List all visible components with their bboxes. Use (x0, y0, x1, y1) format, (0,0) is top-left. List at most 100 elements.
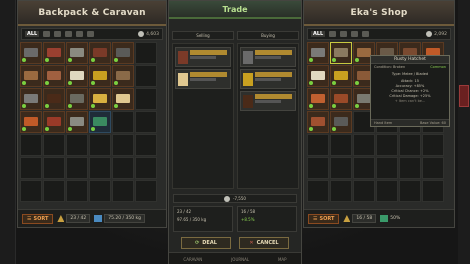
inventory-slot[interactable] (376, 134, 398, 156)
inventory-slot[interactable] (89, 111, 111, 133)
buying-label: Buying (261, 33, 275, 38)
inventory-slot[interactable] (399, 157, 421, 179)
inventory-slot[interactable] (66, 157, 88, 179)
inventory-slot[interactable] (89, 180, 111, 202)
inventory-slot[interactable] (422, 180, 444, 202)
inventory-slot[interactable] (20, 134, 42, 156)
inventory-slot[interactable] (376, 157, 398, 179)
inventory-slot[interactable] (330, 157, 352, 179)
nav-map[interactable]: MAP (278, 257, 287, 262)
filter-all-button[interactable]: ALL (311, 31, 326, 37)
inventory-slot[interactable] (376, 180, 398, 202)
inventory-slot[interactable] (307, 65, 329, 87)
inventory-slot[interactable] (330, 65, 352, 87)
inventory-slot[interactable] (399, 134, 421, 156)
filter-tools-icon[interactable] (76, 31, 84, 37)
inventory-slot[interactable] (20, 180, 42, 202)
filter-food-icon[interactable] (351, 31, 359, 37)
inventory-slot[interactable] (20, 65, 42, 87)
inventory-slot[interactable] (422, 157, 444, 179)
inventory-slot[interactable] (307, 180, 329, 202)
buying-item[interactable] (240, 47, 296, 67)
inventory-slot[interactable] (330, 180, 352, 202)
filter-tools-icon[interactable] (362, 31, 370, 37)
inventory-slot[interactable] (20, 111, 42, 133)
filter-misc-icon[interactable] (87, 31, 95, 37)
cancel-button[interactable]: ✕ CANCEL (239, 237, 289, 249)
side-tab-button[interactable] (459, 85, 469, 107)
shop-title: Eka's Shop (350, 7, 408, 18)
inventory-slot[interactable] (135, 134, 157, 156)
shop-capacity: 16 / 58 (241, 209, 256, 214)
inventory-slot[interactable] (43, 134, 65, 156)
inventory-slot[interactable] (330, 134, 352, 156)
inventory-slot[interactable] (66, 42, 88, 64)
selling-item[interactable] (175, 69, 231, 89)
sort-label: SORT (319, 215, 335, 222)
inventory-slot[interactable] (330, 88, 352, 110)
inventory-slot[interactable] (66, 88, 88, 110)
inventory-slot[interactable] (112, 180, 134, 202)
inventory-slot[interactable] (112, 65, 134, 87)
inventory-slot[interactable] (353, 157, 375, 179)
condition-icon (380, 215, 389, 222)
buying-item[interactable] (240, 91, 296, 111)
buying-item[interactable] (240, 69, 296, 89)
inventory-slot[interactable] (135, 180, 157, 202)
inventory-slot[interactable] (43, 111, 65, 133)
inventory-slot[interactable] (112, 134, 134, 156)
filter-all-button[interactable]: ALL (25, 31, 40, 37)
inventory-slot[interactable] (112, 42, 134, 64)
inventory-slot[interactable] (307, 134, 329, 156)
inventory-slot[interactable] (112, 111, 134, 133)
inventory-slot[interactable] (135, 157, 157, 179)
selling-item[interactable] (175, 47, 231, 67)
inventory-slot[interactable] (89, 42, 111, 64)
inventory-slot[interactable] (112, 157, 134, 179)
inventory-slot[interactable] (307, 157, 329, 179)
deal-button[interactable]: ⟳ DEAL (181, 237, 231, 249)
filter-armor-icon[interactable] (54, 31, 62, 37)
filter-food-icon[interactable] (65, 31, 73, 37)
inventory-slot[interactable] (89, 134, 111, 156)
inventory-slot[interactable] (135, 65, 157, 87)
inventory-slot-selected[interactable] (330, 42, 352, 64)
sort-button[interactable]: ☰ SORT (22, 213, 54, 224)
nav-caravan[interactable]: CARAVAN (183, 257, 202, 262)
inventory-slot[interactable] (89, 65, 111, 87)
inventory-slot[interactable] (112, 88, 134, 110)
inventory-slot[interactable] (66, 111, 88, 133)
filter-weapons-icon[interactable] (43, 31, 51, 37)
nav-journal[interactable]: JOURNAL (231, 257, 249, 262)
inventory-slot[interactable] (43, 180, 65, 202)
inventory-slot[interactable] (20, 88, 42, 110)
inventory-slot[interactable] (20, 42, 42, 64)
selling-header: Selling (172, 31, 234, 40)
inventory-slot[interactable] (43, 65, 65, 87)
inventory-slot[interactable] (20, 157, 42, 179)
inventory-slot[interactable] (66, 180, 88, 202)
inventory-slot[interactable] (135, 111, 157, 133)
inventory-slot[interactable] (330, 111, 352, 133)
inventory-slot[interactable] (307, 88, 329, 110)
inventory-slot[interactable] (89, 157, 111, 179)
filter-armor-icon[interactable] (340, 31, 348, 37)
inventory-slot[interactable] (353, 180, 375, 202)
inventory-slot[interactable] (399, 180, 421, 202)
inventory-slot[interactable] (422, 134, 444, 156)
sort-button[interactable]: ☰ SORT (308, 213, 340, 224)
inventory-slot[interactable] (66, 65, 88, 87)
inventory-slot[interactable] (43, 42, 65, 64)
tooltip-base-value: Base Value: 60 (420, 121, 446, 125)
inventory-slot[interactable] (89, 88, 111, 110)
inventory-slot[interactable] (307, 42, 329, 64)
inventory-slot[interactable] (66, 134, 88, 156)
inventory-slot[interactable] (307, 111, 329, 133)
filter-weapons-icon[interactable] (329, 31, 337, 37)
inventory-slot[interactable] (353, 134, 375, 156)
inventory-slot[interactable] (135, 88, 157, 110)
selling-list (172, 43, 234, 189)
inventory-slot[interactable] (43, 157, 65, 179)
inventory-slot[interactable] (43, 88, 65, 110)
inventory-slot[interactable] (135, 42, 157, 64)
